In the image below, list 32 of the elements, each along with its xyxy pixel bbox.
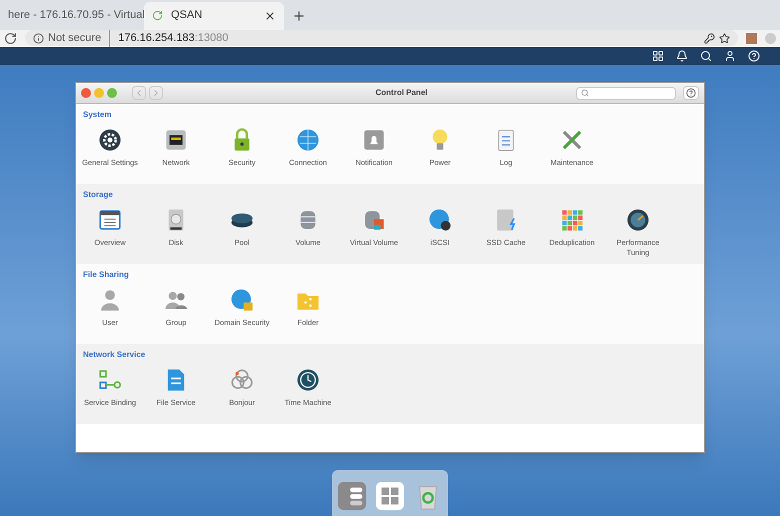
section-title: Network Service xyxy=(82,349,146,362)
info-icon xyxy=(33,32,44,44)
close-icon[interactable] xyxy=(264,10,276,22)
help-icon[interactable] xyxy=(748,50,760,62)
section-title: System xyxy=(82,109,112,122)
gauge-icon xyxy=(625,207,651,234)
grid-icon[interactable] xyxy=(652,50,664,62)
address-bar[interactable]: Not secure 176.16.254.183:13080 xyxy=(25,30,738,46)
section-title: Storage xyxy=(82,189,114,202)
url-text: 176.16.254.183:13080 xyxy=(118,31,228,46)
gear-icon xyxy=(97,127,123,154)
key-icon[interactable] xyxy=(704,32,715,44)
new-tab-icon[interactable] xyxy=(292,8,306,23)
reload-icon[interactable] xyxy=(4,32,17,45)
tab-title: QSAN xyxy=(171,8,204,24)
search-icon xyxy=(581,89,589,98)
site-icon xyxy=(152,10,163,22)
bell-icon[interactable] xyxy=(676,50,688,62)
search-icon[interactable] xyxy=(700,50,712,62)
section-title: File Sharing xyxy=(82,269,130,282)
browser-tab[interactable]: QSAN xyxy=(144,2,284,30)
star-icon[interactable] xyxy=(719,32,730,44)
globe-icon xyxy=(295,127,321,154)
toggles-icon[interactable] xyxy=(337,481,367,512)
extension-icon[interactable] xyxy=(746,32,757,44)
help-button[interactable] xyxy=(683,86,699,100)
user-icon[interactable] xyxy=(724,50,736,62)
search-field[interactable] xyxy=(576,86,676,100)
clock-icon xyxy=(295,367,321,394)
help-icon xyxy=(686,88,696,98)
tiles-icon[interactable] xyxy=(375,481,405,512)
window-title: Control Panel xyxy=(374,87,428,100)
